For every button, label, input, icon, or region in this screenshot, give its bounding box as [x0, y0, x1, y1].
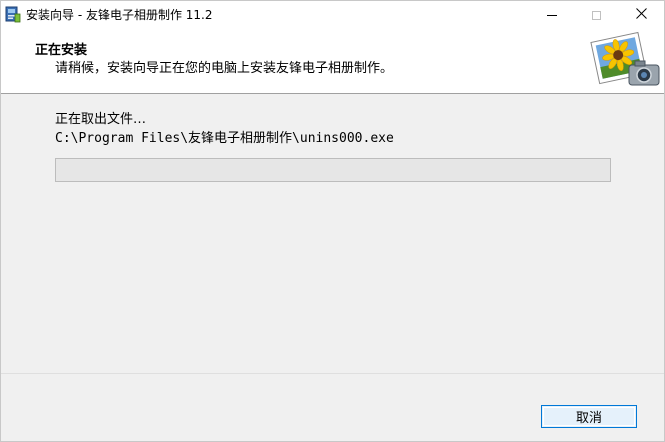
minimize-button[interactable] — [529, 1, 574, 29]
footer-divider — [1, 373, 664, 374]
title-bar[interactable]: 安装向导 - 友锋电子相册制作 11.2 — [1, 1, 664, 29]
sunflower-camera-icon — [589, 31, 661, 89]
status-label: 正在取出文件… — [55, 112, 147, 127]
minimize-icon — [546, 14, 557, 16]
page-subtitle: 请稍候，安装向导正在您的电脑上安装友锋电子相册制作。 — [55, 61, 394, 76]
installer-icon — [5, 5, 21, 23]
cancel-button[interactable]: 取消 — [541, 405, 637, 428]
maximize-button — [574, 1, 619, 29]
close-button[interactable] — [619, 1, 664, 29]
window-title: 安装向导 - 友锋电子相册制作 11.2 — [26, 8, 213, 22]
close-icon — [636, 7, 647, 23]
maximize-icon — [592, 10, 601, 20]
install-progress-bar — [55, 158, 611, 182]
wizard-header: 正在安装 请稍候，安装向导正在您的电脑上安装友锋电子相册制作。 — [1, 29, 664, 94]
page-title: 正在安装 — [35, 43, 88, 58]
installer-window: 安装向导 - 友锋电子相册制作 11.2 正在安装 请稍候，安装向导正在您的电脑… — [0, 0, 665, 442]
current-file-path: C:\Program Files\友锋电子相册制作\unins000.exe — [55, 131, 394, 146]
